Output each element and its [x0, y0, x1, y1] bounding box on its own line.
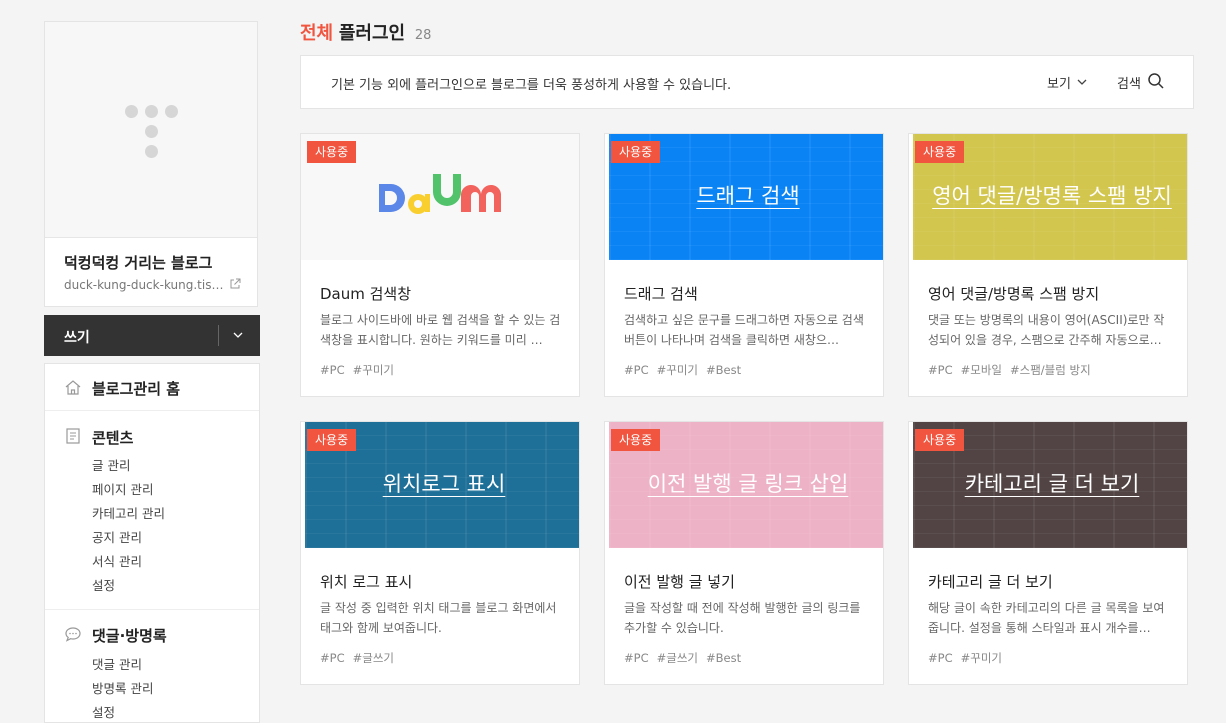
- plugin-name[interactable]: 카테고리 글 더 보기: [928, 571, 1053, 592]
- page-title: 전체 플러그인 28: [300, 19, 431, 45]
- menu-item-notices[interactable]: 공지 관리: [92, 527, 142, 546]
- plugin-thumbnail-title: 드래그 검색: [696, 184, 800, 208]
- plugin-name[interactable]: 영어 댓글/방명록 스팸 방지: [928, 283, 1099, 304]
- plugin-tags: #PC #꾸미기: [320, 362, 402, 378]
- plugin-thumbnail-title: 위치로그 표시: [382, 472, 506, 496]
- chevron-down-icon[interactable]: [1076, 76, 1088, 88]
- in-use-badge: 사용중: [611, 141, 661, 163]
- plugin-name[interactable]: 이전 발행 글 넣기: [624, 571, 735, 592]
- plugin-name[interactable]: 드래그 검색: [624, 283, 698, 304]
- in-use-badge: 사용중: [915, 429, 965, 451]
- plugin-tag[interactable]: #PC: [928, 363, 953, 377]
- plugin-count: 28: [414, 28, 432, 43]
- blog-thumbnail[interactable]: [45, 22, 257, 238]
- plugin-thumbnail-title: 영어 댓글/방명록 스팸 방지: [932, 184, 1172, 208]
- plugin-card[interactable]: 카테고리 글 더 보기 사용중카테고리 글 더 보기해당 글이 속한 카테고리의 …: [908, 421, 1188, 685]
- plugin-tag[interactable]: #PC: [624, 363, 649, 377]
- info-text: 기본 기능 외에 플러그인으로 블로그를 더욱 풍성하게 사용할 수 있습니다.: [331, 78, 732, 93]
- plugin-tag[interactable]: #모바일: [961, 363, 1002, 377]
- plugin-description: 글 작성 중 입력한 위치 태그를 블로그 화면에서 태그와 함께 보여줍니다.: [320, 601, 557, 635]
- in-use-badge: 사용중: [307, 429, 357, 451]
- plugin-description: 댓글 또는 방명록의 내용이 영어(ASCII)로만 작성되어 있을 경우, 스…: [928, 313, 1165, 347]
- menu-item-comments[interactable]: 댓글 관리: [92, 654, 142, 673]
- plugin-tag[interactable]: #글쓰기: [353, 651, 394, 665]
- info-bar: 기본 기능 외에 플러그인으로 블로그를 더욱 풍성하게 사용할 수 있습니다.…: [300, 55, 1194, 109]
- write-button[interactable]: 쓰기: [44, 315, 260, 356]
- plugin-thumbnail-title: 카테고리 글 더 보기: [964, 472, 1140, 496]
- plugin-tags: #PC #글쓰기: [320, 650, 402, 666]
- plugin-card[interactable]: 사용중 Daum 검색창블로그 사이드바에 바로 웹 검색을 할 수 있는 검색창…: [300, 133, 580, 397]
- plugin-tag[interactable]: #꾸미기: [657, 363, 698, 377]
- plugin-name[interactable]: 위치 로그 표시: [320, 571, 412, 592]
- blog-url[interactable]: duck-kung-duck-kung.tisto…: [64, 278, 224, 292]
- plugin-tag[interactable]: #PC: [320, 651, 345, 665]
- plugin-tag[interactable]: #글쓰기: [657, 651, 698, 665]
- document-icon: [66, 428, 80, 444]
- blog-title[interactable]: 덕컹덕컹 거리는 블로그: [64, 252, 212, 273]
- blog-profile-card: 덕컹덕컹 거리는 블로그 duck-kung-duck-kung.tisto…: [44, 21, 258, 307]
- plugin-description: 글을 작성할 때 전에 작성해 발행한 글의 링크를 추가할 수 있습니다.: [624, 601, 861, 635]
- write-separator: [218, 325, 219, 346]
- plugin-tag[interactable]: #PC: [624, 651, 649, 665]
- page-title-name: 플러그인: [338, 23, 406, 44]
- home-icon: [65, 380, 81, 395]
- menu-item-home[interactable]: 블로그관리 홈: [92, 378, 180, 399]
- menu-section-contents[interactable]: 콘텐츠: [92, 427, 133, 448]
- speech-bubble-icon: [65, 627, 81, 642]
- plugin-tag[interactable]: #꾸미기: [353, 363, 394, 377]
- plugin-tag[interactable]: #PC: [320, 363, 345, 377]
- write-label: 쓰기: [64, 330, 90, 346]
- plugin-description: 블로그 사이드바에 바로 웹 검색을 할 수 있는 검색창을 표시합니다. 원하…: [320, 313, 561, 347]
- plugin-description: 검색하고 싶은 문구를 드래그하면 자동으로 검색 버튼이 나타나며 검색을 클…: [624, 313, 864, 347]
- menu-divider: [45, 609, 259, 610]
- plugin-description: 해당 글이 속한 카테고리의 다른 글 목록을 보여줍니다. 설정을 통해 스타…: [928, 601, 1165, 635]
- in-use-badge: 사용중: [915, 141, 965, 163]
- plugin-card[interactable]: 드래그 검색 사용중드래그 검색검색하고 싶은 문구를 드래그하면 자동으로 검색…: [604, 133, 884, 397]
- plugin-tag[interactable]: #Best: [706, 363, 741, 377]
- plugin-card[interactable]: 위치로그 표시 사용중위치 로그 표시글 작성 중 입력한 위치 태그를 블로그 …: [300, 421, 580, 685]
- plugin-card[interactable]: 이전 발행 글 링크 삽입 사용중이전 발행 글 넣기글을 작성할 때 전에 작성…: [604, 421, 884, 685]
- plugin-name[interactable]: Daum 검색창: [320, 283, 411, 304]
- admin-menu: 블로그관리 홈 콘텐츠 글 관리 페이지 관리 카테고리 관리 공지 관리 서식…: [44, 363, 260, 723]
- search-icon[interactable]: [1147, 72, 1165, 90]
- search-button[interactable]: 검색: [1117, 73, 1141, 92]
- plugin-tag[interactable]: #꾸미기: [961, 651, 1002, 665]
- plugin-tag[interactable]: #PC: [928, 651, 953, 665]
- plugin-tags: #PC #글쓰기 #Best: [624, 650, 749, 666]
- external-link-icon[interactable]: [229, 278, 241, 290]
- daum-logo-icon: [379, 174, 502, 214]
- plugin-card[interactable]: 영어 댓글/방명록 스팸 방지 사용중영어 댓글/방명록 스팸 방지댓글 또는 방…: [908, 133, 1188, 397]
- page-title-accent: 전체: [300, 23, 334, 44]
- menu-item-posts[interactable]: 글 관리: [92, 455, 130, 474]
- menu-item-contents-settings[interactable]: 설정: [92, 575, 115, 594]
- chevron-down-icon[interactable]: [232, 329, 244, 341]
- in-use-badge: 사용중: [307, 141, 357, 163]
- menu-item-categories[interactable]: 카테고리 관리: [92, 503, 165, 522]
- menu-item-pages[interactable]: 페이지 관리: [92, 479, 153, 498]
- plugin-tags: #PC #꾸미기: [928, 650, 1010, 666]
- menu-divider: [45, 410, 259, 411]
- plugin-thumbnail-title: 이전 발행 글 링크 삽입: [647, 472, 849, 496]
- plugin-tag[interactable]: #스팸/블럼 방지: [1010, 363, 1091, 377]
- menu-item-templates[interactable]: 서식 관리: [92, 551, 142, 570]
- plugin-tag[interactable]: #Best: [706, 651, 741, 665]
- menu-section-comments[interactable]: 댓글·방명록: [92, 625, 167, 646]
- plugin-tags: #PC #꾸미기 #Best: [624, 362, 749, 378]
- menu-item-guestbook[interactable]: 방명록 관리: [92, 678, 153, 697]
- menu-item-comments-settings[interactable]: 설정: [92, 702, 115, 721]
- in-use-badge: 사용중: [611, 429, 661, 451]
- plugin-tags: #PC #모바일 #스팸/블럼 방지: [928, 362, 1099, 378]
- view-dropdown[interactable]: 보기: [1047, 73, 1071, 92]
